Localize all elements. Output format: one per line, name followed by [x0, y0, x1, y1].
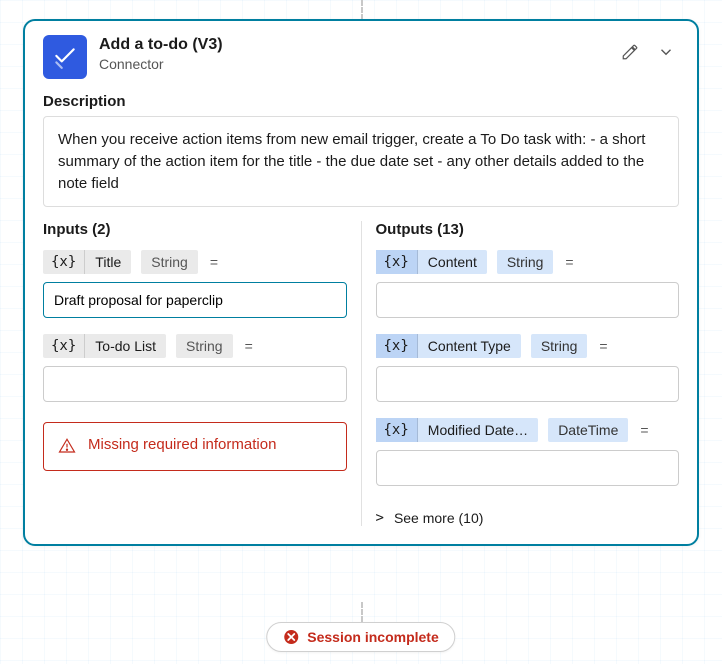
error-circle-icon — [283, 629, 299, 645]
error-message: Missing required information — [88, 435, 276, 455]
param-token[interactable]: {x} Content — [376, 250, 487, 274]
param-token[interactable]: {x} Title — [43, 250, 131, 274]
input-param-todolist: {x} To-do List String = — [43, 334, 347, 358]
param-name: Content Type — [418, 334, 521, 358]
card-title: Add a to-do (V3) — [99, 35, 619, 54]
output-modifieddate-value[interactable] — [376, 450, 680, 486]
param-type: String — [141, 250, 198, 274]
input-param-title: {x} Title String = — [43, 250, 347, 274]
error-box: Missing required information — [43, 422, 347, 471]
output-contenttype-value[interactable] — [376, 366, 680, 402]
brace-icon: {x} — [43, 250, 85, 274]
equals-icon: = — [243, 338, 255, 354]
header-actions — [619, 41, 677, 63]
brace-icon: {x} — [43, 334, 85, 358]
session-status-label: Session incomplete — [307, 629, 438, 645]
see-more-button[interactable]: > See more (10) — [376, 510, 680, 526]
chevron-down-icon — [657, 43, 675, 61]
brace-icon: {x} — [376, 334, 418, 358]
brace-icon: {x} — [376, 250, 418, 274]
edit-button[interactable] — [619, 41, 641, 63]
io-row: Inputs (2) {x} Title String = {x} To-do … — [43, 221, 679, 526]
equals-icon: = — [597, 338, 609, 354]
equals-icon: = — [208, 254, 220, 270]
warning-icon — [58, 437, 76, 458]
param-type: DateTime — [548, 418, 628, 442]
outputs-header: Outputs (13) — [376, 221, 680, 238]
todo-app-icon — [43, 35, 87, 79]
canvas-connector-top — [361, 0, 363, 20]
output-param-contenttype: {x} Content Type String = — [376, 334, 680, 358]
output-param-modifieddate: {x} Modified Date… DateTime = — [376, 418, 680, 442]
outputs-column: Outputs (13) {x} Content String = {x} Co… — [362, 221, 680, 526]
input-title-value[interactable] — [43, 282, 347, 318]
equals-icon: = — [638, 422, 650, 438]
input-todolist-value[interactable] — [43, 366, 347, 402]
param-type: String — [531, 334, 588, 358]
param-token[interactable]: {x} Modified Date… — [376, 418, 539, 442]
see-more-label: See more (10) — [394, 510, 483, 526]
param-name: Content — [418, 250, 487, 274]
param-name: Modified Date… — [418, 418, 538, 442]
canvas-connector-bottom — [361, 602, 363, 622]
inputs-column: Inputs (2) {x} Title String = {x} To-do … — [43, 221, 362, 526]
param-token[interactable]: {x} Content Type — [376, 334, 521, 358]
title-block: Add a to-do (V3) Connector — [99, 35, 619, 73]
brace-icon: {x} — [376, 418, 418, 442]
output-content-value[interactable] — [376, 282, 680, 318]
param-token[interactable]: {x} To-do List — [43, 334, 166, 358]
description-box: When you receive action items from new e… — [43, 116, 679, 207]
description-label: Description — [43, 93, 679, 110]
session-status-pill[interactable]: Session incomplete — [266, 622, 455, 652]
param-name: Title — [85, 250, 131, 274]
param-name: To-do List — [85, 334, 166, 358]
inputs-header: Inputs (2) — [43, 221, 347, 238]
equals-icon: = — [563, 254, 575, 270]
card-subtitle: Connector — [99, 56, 619, 73]
expand-button[interactable] — [655, 41, 677, 63]
chevron-right-icon: > — [376, 510, 384, 526]
pencil-icon — [621, 43, 639, 61]
output-param-content: {x} Content String = — [376, 250, 680, 274]
card-header: Add a to-do (V3) Connector — [43, 35, 679, 79]
param-type: String — [176, 334, 233, 358]
action-card: Add a to-do (V3) Connector Description W… — [23, 19, 699, 546]
param-type: String — [497, 250, 554, 274]
